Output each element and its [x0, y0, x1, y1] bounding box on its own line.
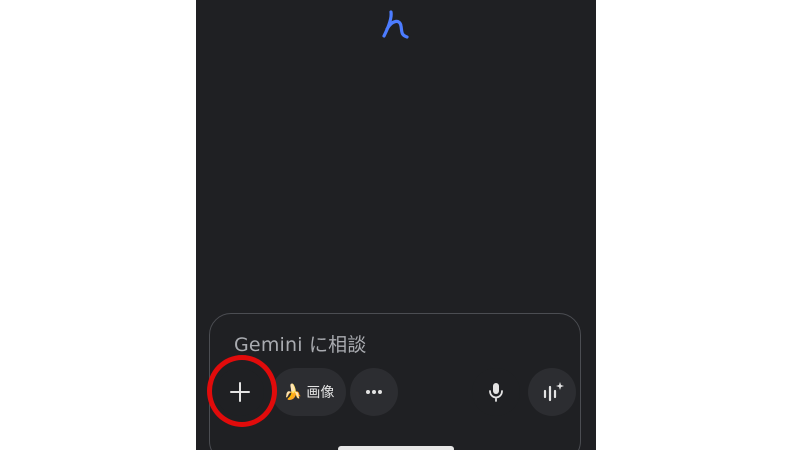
live-audio-icon: [543, 382, 564, 402]
gemini-glyph-icon: [382, 10, 409, 39]
image-generation-chip[interactable]: 🍌 画像: [272, 368, 346, 416]
banana-icon: 🍌: [283, 382, 303, 401]
phone-screen: Gemini に相談 🍌 画像: [196, 0, 596, 450]
live-voice-button[interactable]: [528, 368, 576, 416]
microphone-button[interactable]: [472, 368, 520, 416]
more-horizontal-icon: [366, 390, 382, 394]
home-indicator[interactable]: [338, 446, 454, 450]
prompt-input-placeholder[interactable]: Gemini に相談: [234, 330, 367, 357]
image-chip-label: 画像: [306, 385, 335, 401]
plus-icon: [230, 382, 250, 402]
add-button[interactable]: [216, 368, 264, 416]
chat-composer[interactable]: Gemini に相談 🍌 画像: [209, 313, 581, 450]
more-options-button[interactable]: [350, 368, 398, 416]
microphone-icon: [489, 383, 503, 402]
screenshot-stage: Gemini に相談 🍌 画像: [0, 0, 800, 450]
